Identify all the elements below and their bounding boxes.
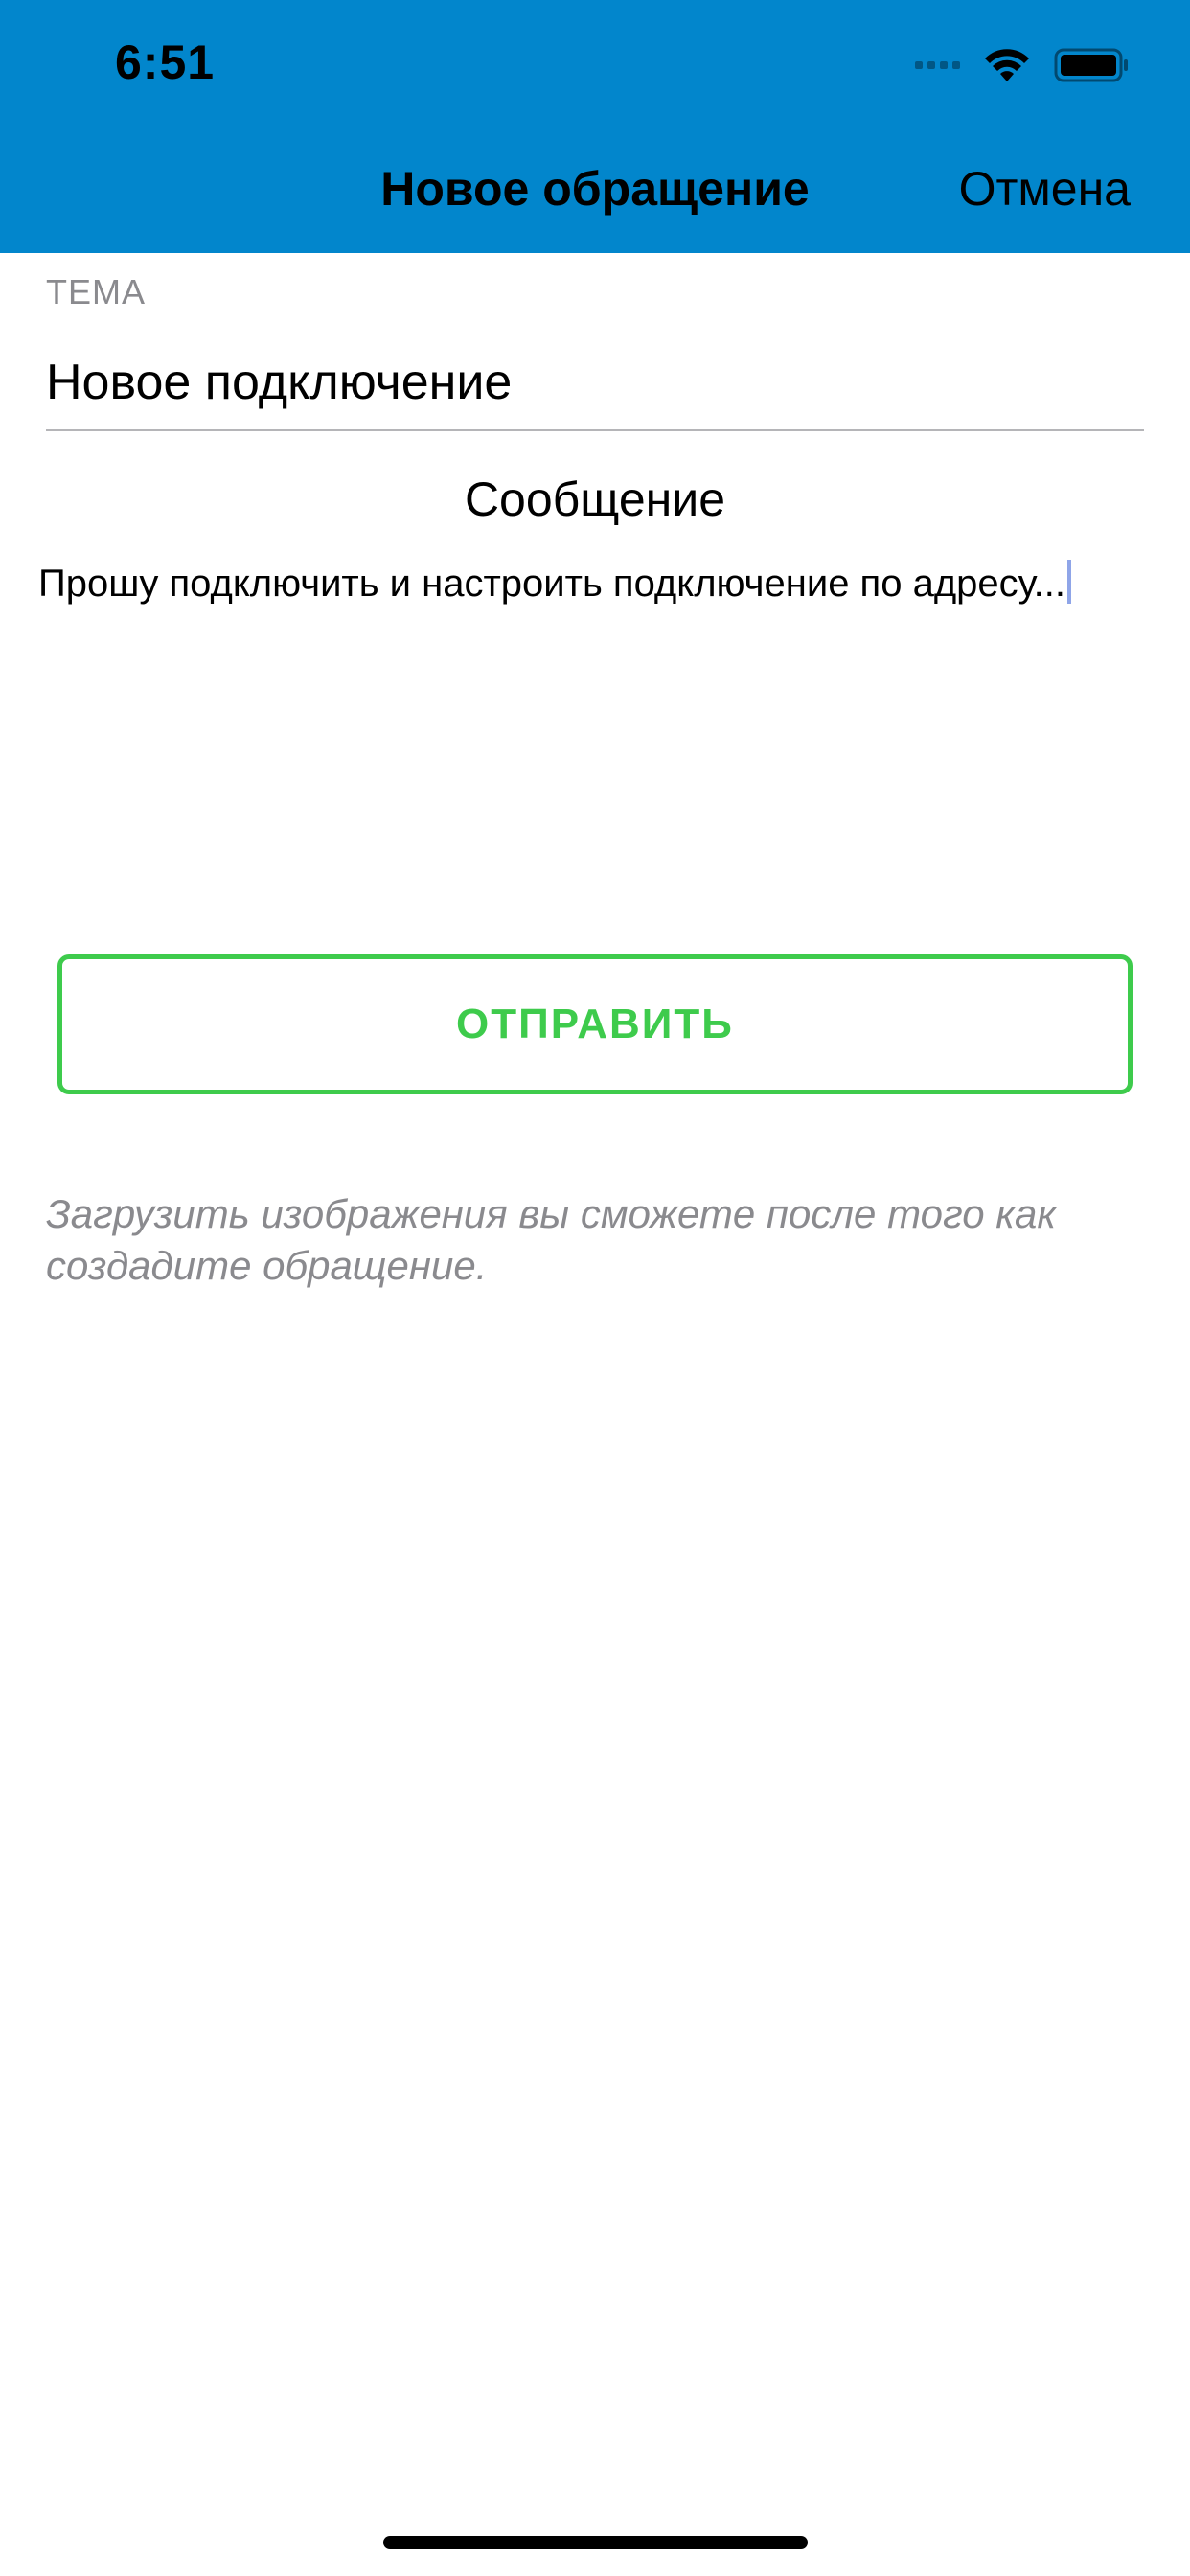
subject-label: ТЕМА <box>46 272 147 311</box>
message-input[interactable]: Прошу подключить и настроить подключение… <box>38 558 1150 610</box>
status-time: 6:51 <box>115 35 216 89</box>
home-indicator[interactable] <box>383 2536 808 2549</box>
message-text: Прошу подключить и настроить подключение… <box>38 563 1065 605</box>
wifi-icon <box>985 49 1029 81</box>
new-request-screen: 6:51 Новое обращение Отмена ТЕМА Сообщен… <box>0 0 1190 2576</box>
top-bar: 6:51 Новое обращение Отмена <box>0 0 1190 253</box>
battery-icon <box>1054 48 1128 82</box>
cancel-button[interactable]: Отмена <box>959 161 1131 217</box>
subject-input[interactable] <box>46 335 1144 431</box>
status-icons <box>915 44 1131 86</box>
signal-icon <box>915 61 960 69</box>
upload-hint: Загрузить изображения вы сможете после т… <box>46 1191 1057 1288</box>
send-button[interactable]: ОТПРАВИТЬ <box>57 954 1133 1094</box>
send-button-label: ОТПРАВИТЬ <box>456 1000 734 1047</box>
text-caret <box>1067 560 1071 604</box>
message-label: Сообщение <box>464 472 726 526</box>
